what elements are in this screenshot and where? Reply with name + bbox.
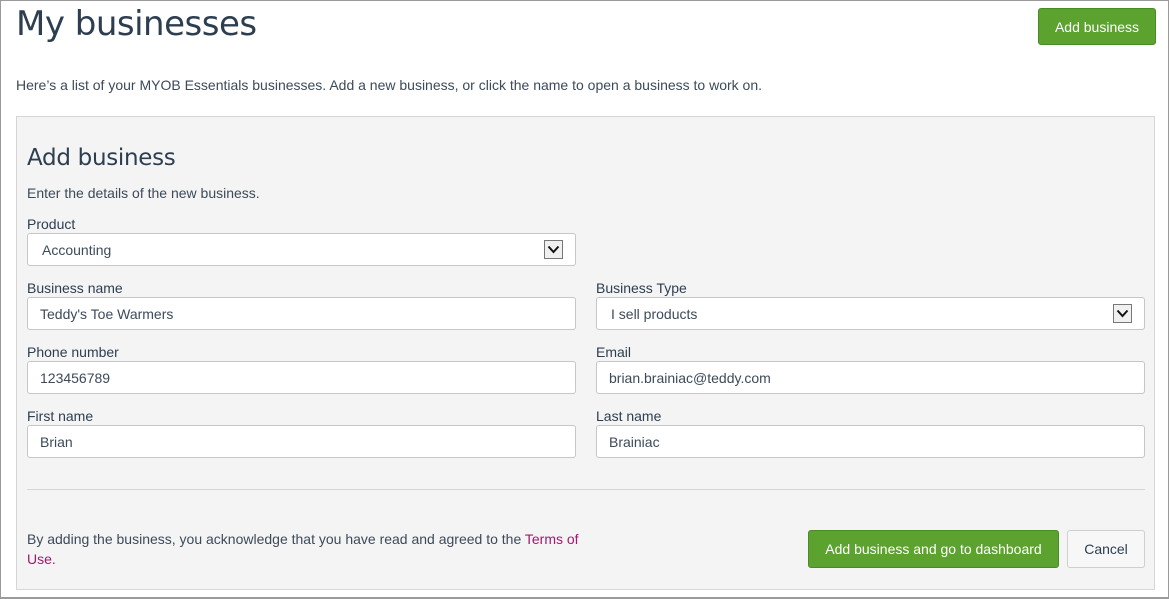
business-type-select[interactable]: I sell products — [596, 297, 1145, 330]
cancel-button[interactable]: Cancel — [1067, 530, 1145, 568]
panel-title: Add business — [27, 145, 176, 171]
business-name-value: Teddy's Toe Warmers — [40, 305, 174, 322]
first-name-field: First name Brian — [27, 407, 576, 458]
product-select[interactable]: Accounting — [27, 233, 576, 266]
phone-value: 123456789 — [40, 369, 111, 386]
product-field: Product Accounting — [27, 215, 576, 266]
product-value: Accounting — [42, 241, 112, 258]
phone-label: Phone number — [27, 344, 119, 360]
phone-input[interactable]: 123456789 — [27, 361, 576, 394]
last-name-field: Last name Brainiac — [596, 407, 1145, 458]
email-field: Email brian.brainiac@teddy.com — [596, 343, 1145, 394]
chevron-down-icon[interactable] — [544, 240, 563, 259]
divider — [27, 489, 1145, 490]
business-type-value: I sell products — [611, 305, 698, 322]
email-value: brian.brainiac@teddy.com — [609, 369, 771, 386]
page-title: My businesses — [16, 4, 257, 44]
add-and-go-to-dashboard-button[interactable]: Add business and go to dashboard — [808, 530, 1059, 568]
first-name-value: Brian — [40, 433, 73, 450]
email-input[interactable]: brian.brainiac@teddy.com — [596, 361, 1145, 394]
first-name-input[interactable]: Brian — [27, 425, 576, 458]
product-label: Product — [27, 216, 76, 232]
terms-text: By adding the business, you acknowledge … — [27, 531, 525, 547]
panel-subtitle: Enter the details of the new business. — [27, 185, 260, 201]
first-name-label: First name — [27, 408, 94, 424]
intro-text: Here’s a list of your MYOB Essentials bu… — [16, 77, 763, 93]
last-name-input[interactable]: Brainiac — [596, 425, 1145, 458]
last-name-value: Brainiac — [609, 433, 660, 450]
add-business-button[interactable]: Add business — [1038, 8, 1156, 45]
business-name-label: Business name — [27, 280, 123, 296]
business-name-input[interactable]: Teddy's Toe Warmers — [27, 297, 576, 330]
business-name-field: Business name Teddy's Toe Warmers — [27, 279, 576, 330]
last-name-label: Last name — [596, 408, 662, 424]
add-business-panel: Add business Enter the details of the ne… — [16, 116, 1155, 590]
email-label: Email — [596, 344, 632, 360]
business-type-field: Business Type I sell products — [596, 279, 1145, 330]
chevron-down-icon[interactable] — [1113, 304, 1132, 323]
terms-notice: By adding the business, you acknowledge … — [27, 529, 587, 569]
business-type-label: Business Type — [596, 280, 687, 296]
phone-field: Phone number 123456789 — [27, 343, 576, 394]
terms-period: . — [51, 551, 56, 567]
